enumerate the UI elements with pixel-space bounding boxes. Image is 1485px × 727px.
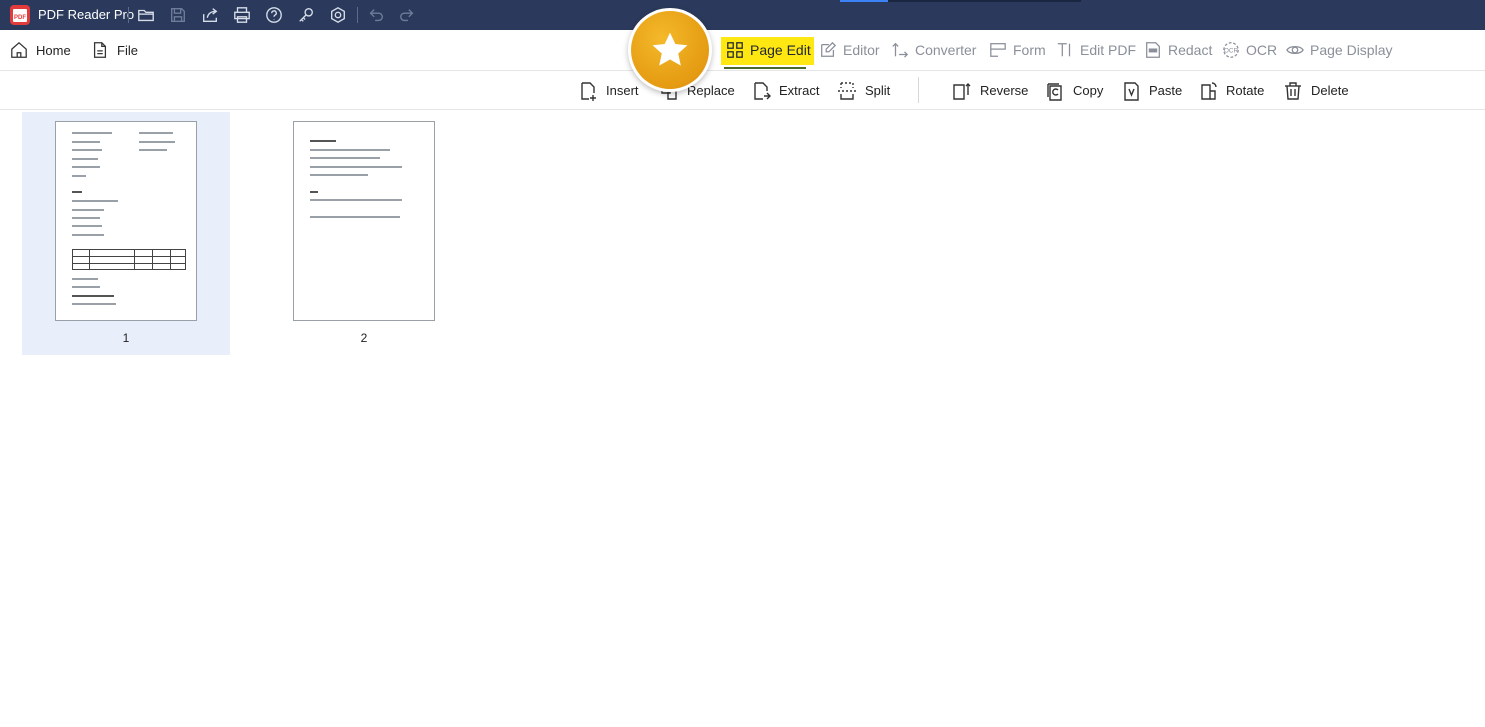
copy-icon	[1047, 82, 1062, 101]
reverse-icon	[953, 82, 971, 100]
tab-page-edit-label: Page Edit	[750, 42, 811, 58]
titlebar-separator	[357, 7, 358, 23]
settings-icon[interactable]	[328, 5, 348, 25]
redact-icon	[1146, 42, 1160, 58]
tab-form-label: Form	[1013, 42, 1046, 58]
key-icon[interactable]	[296, 5, 316, 25]
file-label: File	[117, 42, 138, 58]
insert-page-icon	[581, 81, 596, 101]
tab-converter[interactable]: Converter	[891, 30, 976, 70]
reverse-label: Reverse	[980, 83, 1029, 98]
file-button[interactable]: File	[91, 30, 138, 70]
tab-editor-label: Editor	[843, 42, 880, 58]
app-title: PDF Reader Pro	[38, 7, 135, 22]
copy-label: Copy	[1073, 83, 1104, 98]
delete-button[interactable]: Delete	[1283, 71, 1349, 110]
main-navbar: Home File Page Edit Editor Converter For…	[0, 30, 1485, 71]
window-dark-line	[888, 0, 1081, 2]
rotate-button[interactable]: Rotate	[1198, 71, 1264, 110]
form-icon	[990, 43, 1006, 57]
eye-icon	[1286, 45, 1304, 55]
paste-icon	[1124, 81, 1139, 101]
page-number: 1	[122, 331, 130, 345]
window-accent-line	[840, 0, 888, 2]
replace-label: Replace	[687, 83, 735, 98]
tab-edit-pdf[interactable]: Edit PDF	[1056, 30, 1136, 70]
tab-page-edit[interactable]: Page Edit	[726, 30, 811, 70]
open-folder-icon[interactable]	[136, 5, 156, 25]
tab-form[interactable]: Form	[989, 30, 1046, 70]
tab-ocr-label: OCR	[1246, 42, 1278, 58]
copy-button[interactable]: Copy	[1045, 71, 1103, 110]
split-icon	[838, 81, 856, 100]
page-thumbnail-2[interactable]: 2	[260, 112, 468, 355]
insert-button[interactable]: Insert	[578, 71, 639, 110]
tab-redact[interactable]: Redact	[1144, 30, 1212, 70]
reverse-button[interactable]: Reverse	[952, 71, 1028, 110]
star-badge-inner	[631, 11, 709, 89]
toolbar-separator	[918, 77, 919, 103]
tab-edit-pdf-label: Edit PDF	[1080, 42, 1137, 58]
page-number: 2	[360, 331, 368, 345]
help-icon[interactable]	[264, 5, 284, 25]
page-thumbnail-1[interactable]: 1	[22, 112, 230, 355]
tab-page-display[interactable]: Page Display	[1286, 30, 1393, 70]
thumbnail-area: 1 2	[0, 110, 1485, 727]
extract-label: Extract	[779, 83, 820, 98]
page-preview	[55, 121, 197, 321]
insert-label: Insert	[606, 83, 639, 98]
trash-icon	[1285, 81, 1301, 100]
extract-button[interactable]: Extract	[751, 71, 819, 110]
text-edit-icon	[1057, 43, 1071, 57]
share-icon[interactable]	[200, 5, 220, 25]
print-icon[interactable]	[232, 5, 252, 25]
svg-text:OCR: OCR	[1224, 48, 1238, 55]
paste-button[interactable]: Paste	[1121, 71, 1182, 110]
app-logo-icon: PDF	[10, 5, 30, 25]
edit-icon	[821, 41, 837, 57]
rotate-icon	[1201, 81, 1217, 100]
home-icon	[11, 41, 27, 58]
delete-label: Delete	[1311, 83, 1349, 98]
split-button[interactable]: Split	[837, 71, 890, 110]
split-label: Split	[865, 83, 891, 98]
active-tab-underline	[724, 67, 806, 69]
star-badge[interactable]	[628, 8, 712, 92]
tab-ocr[interactable]: OCR OCR	[1222, 30, 1277, 70]
extract-icon	[754, 81, 771, 100]
save-icon[interactable]	[168, 5, 188, 25]
tab-converter-label: Converter	[915, 42, 977, 58]
mini-table	[72, 249, 186, 270]
grid-icon	[727, 42, 743, 58]
home-label: Home	[36, 42, 71, 58]
tab-editor[interactable]: Editor	[819, 30, 880, 70]
home-button[interactable]: Home	[10, 30, 71, 70]
convert-icon	[892, 42, 909, 58]
titlebar-separator	[128, 7, 129, 23]
ocr-icon: OCR	[1223, 42, 1239, 58]
tab-page-display-label: Page Display	[1310, 42, 1393, 58]
title-bar: PDF PDF Reader Pro	[0, 0, 1485, 30]
paste-label: Paste	[1149, 83, 1183, 98]
tab-redact-label: Redact	[1168, 42, 1213, 58]
redo-icon[interactable]	[397, 5, 417, 25]
svg-text:PDF: PDF	[14, 15, 26, 21]
page-preview	[293, 121, 435, 321]
rotate-label: Rotate	[1226, 83, 1265, 98]
page-edit-toolbar: Insert Replace Extract Split Reverse Cop…	[0, 71, 1485, 110]
file-icon	[93, 42, 107, 58]
undo-icon[interactable]	[366, 5, 386, 25]
star-icon	[652, 32, 688, 66]
